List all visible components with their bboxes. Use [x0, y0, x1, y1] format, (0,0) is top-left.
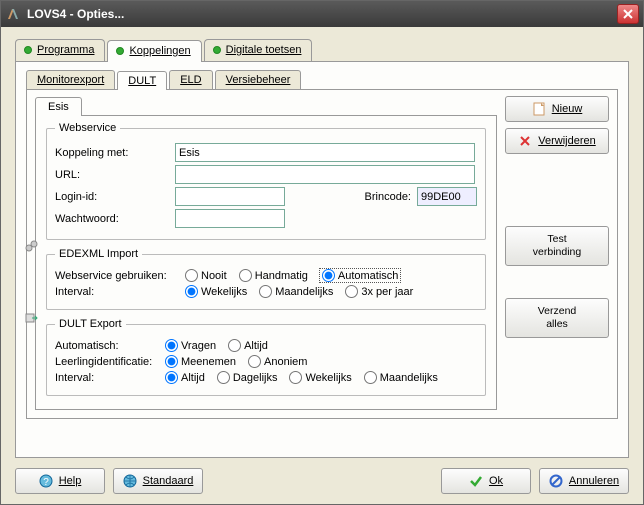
main-tabstrip: Programma Koppelingen Digitale toetsen	[15, 39, 629, 61]
inner-tabstrip: Esis	[35, 96, 497, 115]
nieuw-button[interactable]: Nieuw	[505, 96, 609, 122]
client-area: Programma Koppelingen Digitale toetsen M…	[1, 27, 643, 504]
label-brincode: Brincode:	[365, 191, 411, 203]
tab-programma[interactable]: Programma	[15, 39, 105, 61]
dot-icon	[213, 46, 221, 54]
dot-icon	[116, 47, 124, 55]
label-url: URL:	[55, 169, 175, 181]
button-label: Annuleren	[569, 475, 619, 487]
radiogroup-auto: Vragen Altijd	[165, 339, 268, 352]
close-icon	[623, 9, 633, 19]
input-koppeling[interactable]	[175, 143, 475, 162]
titlebar: LOVS4 - Opties...	[1, 1, 643, 27]
tab-koppelingen[interactable]: Koppelingen	[107, 40, 201, 62]
input-url[interactable]	[175, 165, 475, 184]
input-brincode	[417, 187, 477, 206]
main-panel: Monitorexport DULT ELD Versiebeheer Esis…	[15, 61, 629, 458]
globe-icon	[123, 474, 137, 488]
radio-int-maandelijks[interactable]: Maandelijks	[364, 371, 438, 384]
delete-icon	[518, 134, 532, 148]
subtab-dult[interactable]: DULT	[117, 71, 167, 90]
button-label: Ok	[489, 475, 503, 487]
help-icon: ?	[39, 474, 53, 488]
fieldset-webservice: Webservice Koppeling met: URL: Login-id:	[46, 122, 486, 240]
radio-anoniem[interactable]: Anoniem	[248, 355, 307, 368]
button-label: Standaard	[143, 475, 194, 487]
tab-digitale-toetsen[interactable]: Digitale toetsen	[204, 39, 313, 61]
radio-perjaar[interactable]: 3x per jaar	[345, 285, 413, 298]
app-icon	[5, 6, 21, 22]
innertab-esis[interactable]: Esis	[35, 97, 82, 116]
annuleren-button[interactable]: Annuleren	[539, 468, 629, 494]
check-icon	[469, 474, 483, 488]
close-button[interactable]	[617, 4, 639, 24]
label-edexml-interval: Interval:	[55, 286, 185, 298]
label-automatisch: Automatisch:	[55, 340, 165, 352]
verzend-alles-button[interactable]: Verzend alles	[505, 298, 609, 338]
footer: ? Help Standaard Ok Annuleren	[15, 458, 629, 494]
cancel-icon	[549, 474, 563, 488]
test-icon	[24, 239, 38, 253]
label-login: Login-id:	[55, 191, 175, 203]
left-column: Esis Webservice Koppeling met: URL:	[35, 96, 497, 410]
tab-label: Programma	[37, 44, 94, 56]
label-gebruiken: Webservice gebruiken:	[55, 270, 185, 282]
label-dult-interval: Interval:	[55, 372, 165, 384]
legend-edexml: EDEXML Import	[55, 248, 142, 260]
right-column: Nieuw Verwijderen Test verbinding	[505, 96, 609, 410]
subtab-monitorexport[interactable]: Monitorexport	[26, 70, 115, 89]
button-label-2: alles	[546, 319, 568, 331]
input-wachtwoord[interactable]	[175, 209, 285, 228]
button-label: Nieuw	[552, 103, 583, 115]
radio-int-altijd[interactable]: Altijd	[165, 371, 205, 384]
legend-dultexport: DULT Export	[55, 318, 126, 330]
radio-vragen[interactable]: Vragen	[165, 339, 216, 352]
radio-nooit[interactable]: Nooit	[185, 269, 227, 282]
button-label: Verwijderen	[538, 135, 595, 147]
radio-meenemen[interactable]: Meenemen	[165, 355, 236, 368]
radio-int-wekelijks[interactable]: Wekelijks	[289, 371, 351, 384]
sub-tabstrip: Monitorexport DULT ELD Versiebeheer	[26, 70, 618, 89]
radio-automatisch[interactable]: Automatisch	[320, 269, 401, 282]
sub-panel: Esis Webservice Koppeling met: URL:	[26, 89, 618, 419]
radiogroup-leerling: Meenemen Anoniem	[165, 355, 307, 368]
button-label: Help	[59, 475, 82, 487]
radiogroup-dult-interval: Altijd Dagelijks Wekelijks Maandelijks	[165, 371, 438, 384]
radio-auto-altijd[interactable]: Altijd	[228, 339, 268, 352]
help-button[interactable]: ? Help	[15, 468, 105, 494]
ok-button[interactable]: Ok	[441, 468, 531, 494]
test-verbinding-button[interactable]: Test verbinding	[505, 226, 609, 266]
subtab-eld[interactable]: ELD	[169, 70, 212, 89]
label-wachtwoord: Wachtwoord:	[55, 213, 175, 225]
radio-maandelijks[interactable]: Maandelijks	[259, 285, 333, 298]
new-icon	[532, 102, 546, 116]
radio-handmatig[interactable]: Handmatig	[239, 269, 308, 282]
tab-label: Koppelingen	[129, 45, 190, 57]
label-leerling: Leerlingidentificatie:	[55, 356, 165, 368]
input-login[interactable]	[175, 187, 285, 206]
dot-icon	[24, 46, 32, 54]
verwijderen-button[interactable]: Verwijderen	[505, 128, 609, 154]
radiogroup-edexml-interval: Wekelijks Maandelijks 3x per jaar	[185, 285, 413, 298]
button-label-1: Test	[547, 234, 566, 246]
fieldset-edexml: EDEXML Import Webservice gebruiken: Nooi…	[46, 248, 486, 310]
button-label-2: verbinding	[533, 247, 581, 259]
button-label-1: Verzend	[538, 306, 577, 318]
options-window: LOVS4 - Opties... Programma Koppelingen …	[0, 0, 644, 505]
fieldset-dultexport: DULT Export Automatisch: Vragen Altijd L…	[46, 318, 486, 396]
standaard-button[interactable]: Standaard	[113, 468, 203, 494]
label-koppeling: Koppeling met:	[55, 147, 175, 159]
radiogroup-gebruiken: Nooit Handmatig Automatisch	[185, 269, 400, 282]
window-title: LOVS4 - Opties...	[27, 7, 124, 21]
tab-label: Digitale toetsen	[226, 44, 302, 56]
radio-wekelijks[interactable]: Wekelijks	[185, 285, 247, 298]
legend-webservice: Webservice	[55, 122, 120, 134]
svg-text:?: ?	[43, 477, 49, 488]
subtab-versiebeheer[interactable]: Versiebeheer	[215, 70, 302, 89]
send-icon	[24, 311, 38, 325]
radio-int-dagelijks[interactable]: Dagelijks	[217, 371, 278, 384]
inner-panel: Webservice Koppeling met: URL: Login-id:	[35, 115, 497, 410]
